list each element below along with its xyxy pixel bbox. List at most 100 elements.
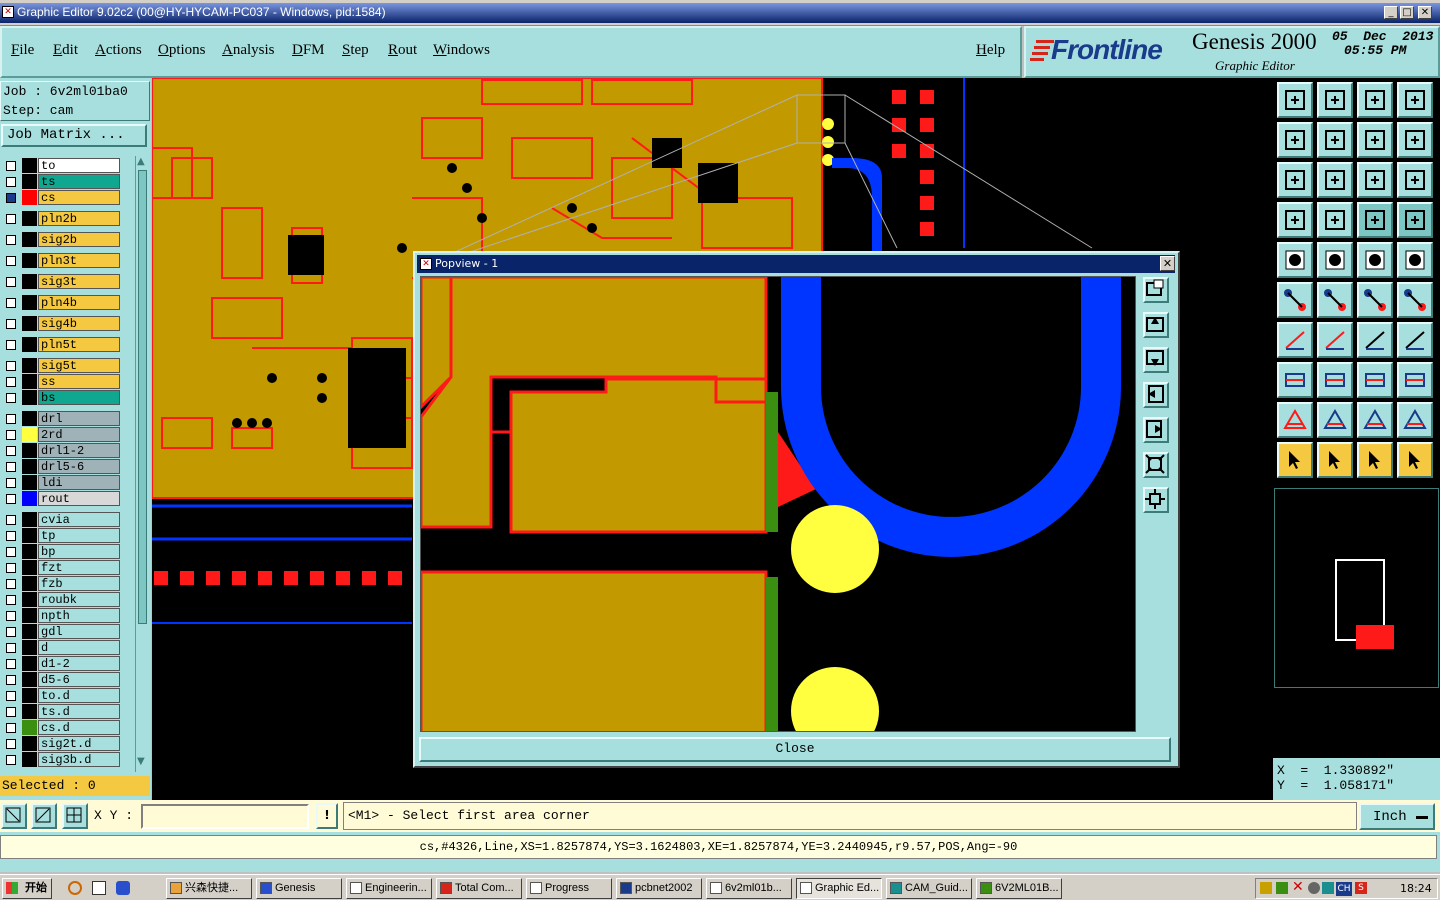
popview-tool-fit-icon[interactable]	[1143, 277, 1169, 303]
layer-name[interactable]: ts.d	[38, 704, 120, 719]
layer-name[interactable]: cs.d	[38, 720, 120, 735]
layer-name[interactable]: cs	[38, 190, 120, 205]
layer-row-sig3t[interactable]: sig3t	[3, 274, 120, 289]
layer-name[interactable]: fzb	[38, 576, 120, 591]
layer-row-sig2t.d[interactable]: sig2t.d	[3, 736, 120, 751]
layer-color-swatch[interactable]	[22, 672, 37, 687]
layer-checkbox[interactable]	[6, 256, 16, 266]
task-item[interactable]: Total Com...	[436, 878, 522, 899]
layer-name[interactable]: drl1-2	[38, 443, 120, 458]
maximize-button[interactable]: □	[1400, 6, 1414, 19]
layer-row-pln3t[interactable]: pln3t	[3, 253, 120, 268]
scroll-up-icon[interactable]: ▲	[137, 156, 145, 167]
layer-checkbox[interactable]	[6, 161, 16, 171]
layer-color-swatch[interactable]	[22, 491, 37, 506]
layer-checkbox[interactable]	[6, 377, 16, 387]
help-icon[interactable]	[1397, 162, 1433, 198]
popview-tool-pan-left-icon[interactable]	[1143, 382, 1169, 408]
tray-gear-icon[interactable]	[1308, 882, 1320, 894]
layer-color-swatch[interactable]	[22, 274, 37, 289]
snap-red-icon[interactable]	[1357, 202, 1393, 238]
layer-color-swatch[interactable]	[22, 211, 37, 226]
draw-line-blue-icon[interactable]	[1317, 322, 1353, 358]
layer-name[interactable]: gdl	[38, 624, 120, 639]
layer-row-rout[interactable]: rout	[3, 491, 120, 506]
layer-checkbox[interactable]	[6, 361, 16, 371]
layer-color-swatch[interactable]	[22, 752, 37, 767]
layer-color-swatch[interactable]	[22, 624, 37, 639]
layer-name[interactable]: roubk	[38, 592, 120, 607]
layer-checkbox[interactable]	[6, 579, 16, 589]
tray-pen-icon[interactable]	[1276, 882, 1288, 894]
layer-row-2rd[interactable]: 2rd	[3, 427, 120, 442]
layer-color-swatch[interactable]	[22, 528, 37, 543]
layer-name[interactable]: bp	[38, 544, 120, 559]
menu-edit[interactable]: Edit	[53, 42, 78, 59]
job-matrix-button[interactable]: Job Matrix ...	[1, 124, 147, 147]
layer-row-fzt[interactable]: fzt	[3, 560, 120, 575]
circle-icon[interactable]	[1397, 242, 1433, 278]
layer-name[interactable]: pln5t	[38, 337, 120, 352]
layer-checkbox[interactable]	[6, 298, 16, 308]
xy-input[interactable]	[141, 804, 309, 829]
layer-color-swatch[interactable]	[22, 374, 37, 389]
move-node-icon[interactable]	[1357, 282, 1393, 318]
zoom-box-icon[interactable]	[1, 803, 27, 829]
layer-name[interactable]: tp	[38, 528, 120, 543]
arc-node-icon[interactable]	[1397, 282, 1433, 318]
start-button[interactable]: 开始	[2, 878, 52, 899]
layer-checkbox[interactable]	[6, 177, 16, 187]
layer-color-swatch[interactable]	[22, 475, 37, 490]
layer-checkbox[interactable]	[6, 531, 16, 541]
layer-color-swatch[interactable]	[22, 592, 37, 607]
alert-icon[interactable]: !	[316, 803, 338, 829]
layer-row-sig3b.d[interactable]: sig3b.d	[3, 752, 120, 767]
layer-color-swatch[interactable]	[22, 704, 37, 719]
layer-color-swatch[interactable]	[22, 720, 37, 735]
layer-name[interactable]: drl5-6	[38, 459, 120, 474]
popview-tool-pan-up-icon[interactable]	[1143, 312, 1169, 338]
layer-checkbox[interactable]	[6, 193, 16, 203]
menu-help[interactable]: Help	[976, 42, 1005, 59]
scroll-down-icon[interactable]: ▼	[137, 756, 145, 767]
layer-row-drl1-2[interactable]: drl1-2	[3, 443, 120, 458]
layer-color-swatch[interactable]	[22, 656, 37, 671]
layer-name[interactable]: drl	[38, 411, 120, 426]
quicklaunch-clock-icon[interactable]	[68, 881, 82, 895]
triangle-up-icon[interactable]	[1317, 402, 1353, 438]
layer-checkbox[interactable]	[6, 707, 16, 717]
layer-checkbox[interactable]	[6, 659, 16, 669]
pan-left-icon[interactable]	[1277, 122, 1313, 158]
line-feature-icon[interactable]	[1317, 242, 1353, 278]
rotate-icon[interactable]	[1357, 122, 1393, 158]
task-item[interactable]: 兴森快捷...	[166, 878, 252, 899]
close-button[interactable]: ✕	[1418, 6, 1432, 19]
layer-checkbox[interactable]	[6, 675, 16, 685]
layer-row-drl5-6[interactable]: drl5-6	[3, 459, 120, 474]
layer-checkbox[interactable]	[6, 547, 16, 557]
quicklaunch-notepad-icon[interactable]	[92, 881, 106, 895]
select-pointer-icon[interactable]	[1317, 442, 1353, 478]
grid-snap-icon[interactable]	[62, 803, 88, 829]
layer-name[interactable]: pln3t	[38, 253, 120, 268]
pan-right-icon[interactable]	[1317, 122, 1353, 158]
layer-color-swatch[interactable]	[22, 640, 37, 655]
layer-checkbox[interactable]	[6, 414, 16, 424]
task-item[interactable]: Engineerin...	[346, 878, 432, 899]
layer-row-cs.d[interactable]: cs.d	[3, 720, 120, 735]
task-item[interactable]: CAM_Guid...	[886, 878, 972, 899]
layer-name[interactable]: to	[38, 158, 120, 173]
layer-row-sig2b[interactable]: sig2b	[3, 232, 120, 247]
task-item[interactable]: 6v2ml01b...	[706, 878, 792, 899]
layer-row-sig5t[interactable]: sig5t	[3, 358, 120, 373]
tray-lang-badge[interactable]: CH	[1336, 882, 1352, 896]
cut-line-icon[interactable]	[1317, 362, 1353, 398]
layer-color-swatch[interactable]	[22, 688, 37, 703]
connect-nodes-icon[interactable]	[1277, 282, 1313, 318]
layer-checkbox[interactable]	[6, 755, 16, 765]
scribble-icon[interactable]	[1397, 122, 1433, 158]
measure-box-icon[interactable]	[1357, 362, 1393, 398]
layer-color-swatch[interactable]	[22, 253, 37, 268]
layer-checkbox[interactable]	[6, 446, 16, 456]
layer-row-d5-6[interactable]: d5-6	[3, 672, 120, 687]
